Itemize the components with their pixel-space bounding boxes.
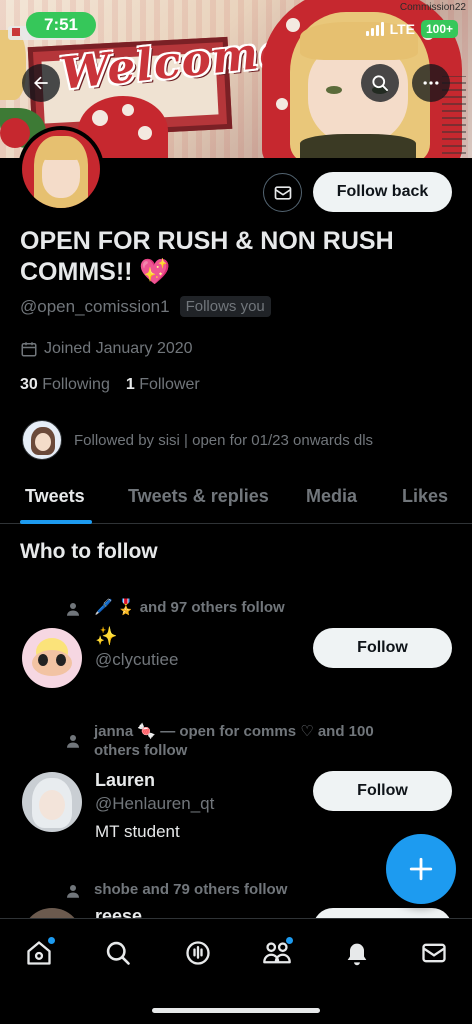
follow-button[interactable]: Follow [313, 771, 452, 811]
character-collar [300, 134, 416, 158]
status-time: 7:51 [26, 12, 96, 38]
followers-label: Follower [139, 376, 200, 393]
spaces-icon [186, 941, 210, 965]
social-context-text: janna 🍬 — open for comms ♡ and 100 other… [94, 723, 374, 759]
nav-search[interactable] [100, 935, 136, 971]
following-label: Following [42, 376, 110, 393]
followers-count: 1 [125, 376, 135, 393]
follows-you-badge: Follows you [179, 296, 271, 317]
follow-counts: 30 Following 1 Follower [20, 376, 200, 394]
envelope-icon [422, 943, 446, 963]
tab-likes[interactable]: Likes [402, 486, 448, 507]
suggestion-avatar[interactable] [22, 772, 82, 832]
nav-messages[interactable] [416, 935, 452, 971]
arrow-left-icon [34, 76, 48, 90]
back-button[interactable] [22, 64, 60, 102]
nav-home[interactable] [21, 935, 57, 971]
social-context-text: shobe and 79 others follow [94, 881, 288, 898]
following-count: 30 [20, 376, 38, 393]
suggestion-handle[interactable]: @clycutiee [95, 650, 178, 670]
suggestion-bio: MT student [95, 822, 180, 841]
compose-tweet-button[interactable] [386, 834, 456, 904]
nav-notifications[interactable] [339, 935, 375, 971]
active-tab-indicator [20, 520, 92, 524]
signal-icon [365, 22, 384, 36]
tab-tweets-replies[interactable]: Tweets & replies [128, 486, 269, 507]
message-button[interactable] [263, 173, 302, 212]
joined-date: Joined January 2020 [20, 340, 193, 358]
followers-link[interactable]: 1 Follower [126, 376, 200, 394]
profile-handle: @open_comission1 [20, 296, 170, 316]
profile-avatar[interactable] [18, 126, 104, 212]
profile-tabs: Tweets Tweets & replies Media Likes [0, 470, 472, 524]
suggestion-avatar[interactable] [22, 628, 82, 688]
search-profile-button[interactable] [361, 64, 399, 102]
banner-corner-text: Commission22 [399, 2, 466, 13]
home-indicator[interactable] [152, 1008, 320, 1013]
follow-button[interactable]: Follow [313, 628, 452, 668]
search-icon [106, 941, 130, 965]
more-options-button[interactable] [412, 64, 450, 102]
person-icon [67, 885, 79, 898]
following-link[interactable]: 30 Following [20, 376, 110, 394]
plus-icon [409, 857, 433, 881]
home-notification-dot [48, 937, 55, 944]
handle-row: @open_comission1 Follows you [20, 296, 271, 317]
social-context-text: 🖊️ 🎖️ and 97 others follow [94, 599, 285, 616]
follow-back-button[interactable]: Follow back [313, 172, 452, 212]
followed-by-text: Followed by sisi | open for 01/23 onward… [74, 431, 374, 449]
status-indicators: LTE 100+ [365, 20, 458, 38]
more-icon [423, 81, 439, 85]
suggestion-name[interactable]: ✨ [95, 626, 117, 647]
tab-media[interactable]: Media [306, 486, 357, 507]
suggestion-handle[interactable]: @Henlauren_qt [95, 794, 214, 814]
network-type: LTE [389, 21, 415, 37]
search-icon [372, 75, 388, 92]
suggestion-name[interactable]: Lauren [95, 770, 155, 791]
followed-by-row[interactable]: Followed by sisi | open for 01/23 onward… [22, 420, 373, 460]
nav-communities[interactable] [259, 935, 295, 971]
person-icon [67, 603, 79, 616]
follower-avatar [22, 420, 62, 460]
person-icon [67, 735, 79, 748]
social-context: 🖊️ 🎖️ and 97 others follow [64, 598, 424, 618]
calendar-icon [21, 342, 37, 357]
envelope-icon [274, 185, 291, 200]
social-context: janna 🍬 — open for comms ♡ and 100 other… [64, 722, 414, 760]
joined-text: Joined January 2020 [44, 340, 193, 357]
social-context: shobe and 79 others follow [64, 880, 287, 900]
battery-indicator: 100+ [420, 20, 458, 38]
nav-spaces[interactable] [180, 935, 216, 971]
banner-art [0, 30, 26, 100]
who-to-follow-title: Who to follow [20, 540, 158, 563]
bell-icon [347, 943, 367, 966]
tab-tweets[interactable]: Tweets [25, 486, 85, 507]
profile-display-name: OPEN FOR RUSH & NON RUSH COMMS!! 💖 [20, 227, 394, 286]
communities-notification-dot [286, 937, 293, 944]
